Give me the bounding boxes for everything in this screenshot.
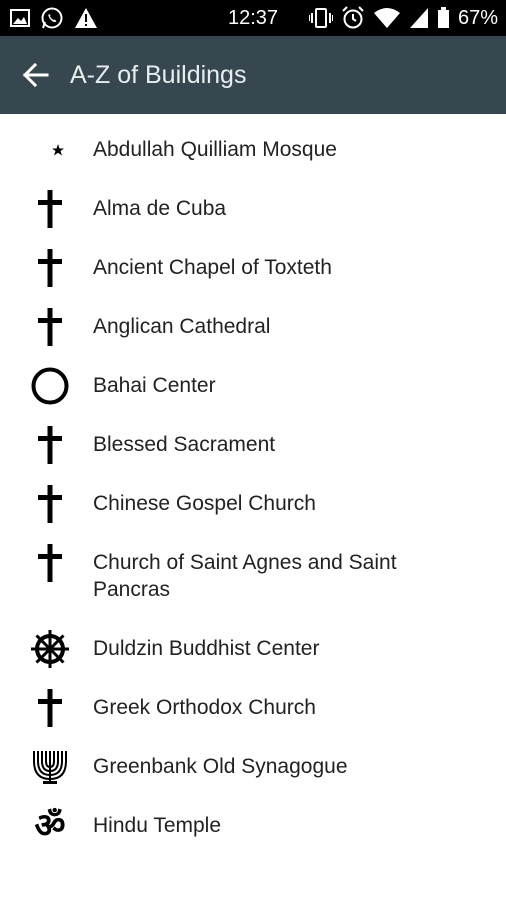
building-name: Anglican Cathedral <box>93 315 271 338</box>
list-item[interactable]: Anglican Cathedral <box>0 308 506 367</box>
om-icon: ॐ <box>34 806 66 846</box>
list-item[interactable]: Greenbank Old Synagogue <box>0 748 506 807</box>
status-bar: 12:37 67% <box>0 0 506 36</box>
list-item[interactable]: Chinese Gospel Church <box>0 485 506 544</box>
cross-icon <box>30 543 70 583</box>
signal-icon <box>409 7 429 29</box>
building-name: Chinese Gospel Church <box>93 492 316 515</box>
status-bar-right: 67% <box>308 0 498 36</box>
cross-icon <box>30 688 70 728</box>
ring-icon <box>30 366 70 406</box>
list-item[interactable]: ॐ Hindu Temple <box>0 806 506 866</box>
cross-icon <box>30 484 70 524</box>
star-crescent-icon <box>30 130 70 170</box>
list-item[interactable]: Abdullah Quilliam Mosque <box>0 131 506 190</box>
list-item[interactable]: Blessed Sacrament <box>0 426 506 485</box>
cross-icon <box>30 307 70 347</box>
list-item[interactable]: Duldzin Buddhist Center <box>0 630 506 689</box>
vibrate-icon <box>308 7 333 29</box>
arrow-back-icon <box>21 62 49 88</box>
building-name: Ancient Chapel of Toxteth <box>93 256 332 279</box>
cross-icon <box>30 189 70 229</box>
app-toolbar: A-Z of Buildings <box>0 36 506 114</box>
list-item[interactable]: Greek Orthodox Church <box>0 689 506 748</box>
list-item[interactable]: Bahai Center <box>0 367 506 426</box>
building-name: Hindu Temple <box>93 814 222 837</box>
battery-percent: 67% <box>457 6 498 29</box>
building-name: Alma de Cuba <box>93 197 227 220</box>
list-item[interactable]: Ancient Chapel of Toxteth <box>0 249 506 308</box>
building-name: Greenbank Old Synagogue <box>93 755 348 778</box>
dharma-wheel-icon <box>30 629 70 669</box>
list-item[interactable]: Church of Saint Agnes and Saint Pancras <box>0 544 506 630</box>
building-name: Blessed Sacrament <box>93 433 276 456</box>
buildings-list: Abdullah Quilliam Mosque Alma de Cuba An… <box>0 131 506 866</box>
back-button[interactable] <box>0 36 70 114</box>
alarm-icon <box>341 6 365 30</box>
building-name: Greek Orthodox Church <box>93 696 316 719</box>
cross-icon <box>30 248 70 288</box>
wifi-icon <box>373 7 401 29</box>
building-name: Abdullah Quilliam Mosque <box>93 138 337 161</box>
battery-icon <box>437 7 450 29</box>
building-name: Duldzin Buddhist Center <box>93 637 320 660</box>
list-item[interactable]: Alma de Cuba <box>0 190 506 249</box>
cross-icon <box>30 425 70 465</box>
building-name: Church of Saint Agnes and Saint Pancras <box>93 551 397 601</box>
page-title: A-Z of Buildings <box>70 60 247 89</box>
menorah-icon <box>30 747 70 787</box>
building-name: Bahai Center <box>93 374 216 397</box>
